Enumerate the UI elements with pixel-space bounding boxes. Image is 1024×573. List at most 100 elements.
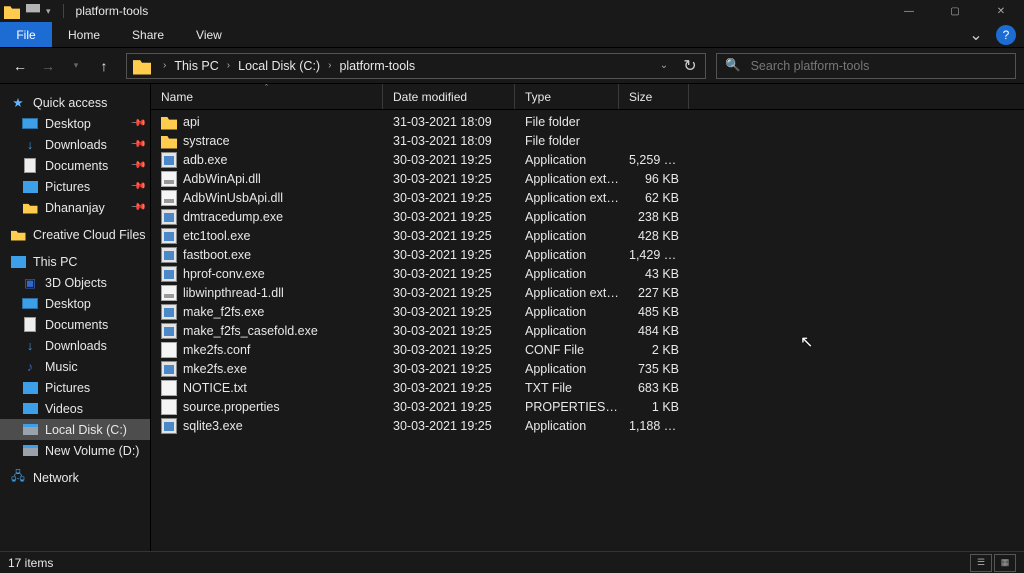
column-name[interactable]: ˆ Name xyxy=(151,84,383,109)
sidebar-item[interactable]: ↓Downloads📌 xyxy=(0,134,150,155)
file-name: systrace xyxy=(183,134,230,148)
column-date[interactable]: Date modified xyxy=(383,84,515,109)
refresh-button[interactable]: ↻ xyxy=(675,56,705,76)
file-name: api xyxy=(183,115,200,129)
nav-this-pc[interactable]: This PC xyxy=(0,251,150,272)
address-history-icon[interactable]: ⌄ xyxy=(653,60,675,71)
details-view-button[interactable]: ☰ xyxy=(970,554,992,572)
file-row[interactable]: AdbWinApi.dll30-03-2021 19:25Application… xyxy=(151,169,1024,188)
file-date: 30-03-2021 19:25 xyxy=(383,400,515,414)
sidebar-item-label: Desktop xyxy=(45,297,91,311)
sidebar-item[interactable]: ▣3D Objects xyxy=(0,272,150,293)
sidebar-item[interactable]: Pictures📌 xyxy=(0,176,150,197)
file-row[interactable]: make_f2fs_casefold.exe30-03-2021 19:25Ap… xyxy=(151,321,1024,340)
file-row[interactable]: make_f2fs.exe30-03-2021 19:25Application… xyxy=(151,302,1024,321)
conf-icon xyxy=(161,342,177,358)
search-input[interactable]: 🔍 Search platform-tools xyxy=(716,53,1016,79)
forward-button[interactable]: → xyxy=(36,54,60,78)
recent-locations-icon[interactable]: ▾ xyxy=(64,54,88,78)
file-row[interactable]: hprof-conv.exe30-03-2021 19:25Applicatio… xyxy=(151,264,1024,283)
nav-quick-access[interactable]: ★ Quick access xyxy=(0,92,150,113)
help-button[interactable]: ? xyxy=(996,25,1016,45)
sidebar-item[interactable]: ♪Music xyxy=(0,356,150,377)
sidebar-item[interactable]: Videos xyxy=(0,398,150,419)
nav-creative-cloud[interactable]: Creative Cloud Files xyxy=(0,224,150,245)
search-icon: 🔍 xyxy=(725,58,741,73)
file-name: mke2fs.exe xyxy=(183,362,247,376)
breadcrumb-folder[interactable]: platform-tools xyxy=(337,59,417,73)
file-type: Application exten... xyxy=(515,191,619,205)
sidebar-item-label: Dhananjay xyxy=(45,201,105,215)
file-row[interactable]: mke2fs.exe30-03-2021 19:25Application735… xyxy=(151,359,1024,378)
tab-home[interactable]: Home xyxy=(52,22,116,47)
file-tab[interactable]: File xyxy=(0,22,52,47)
chevron-right-icon[interactable]: › xyxy=(221,60,236,71)
file-size: 683 KB xyxy=(619,381,689,395)
file-row[interactable]: mke2fs.conf30-03-2021 19:25CONF File2 KB xyxy=(151,340,1024,359)
column-size[interactable]: Size xyxy=(619,84,689,109)
sidebar-item-label: Local Disk (C:) xyxy=(45,423,127,437)
title-bar: ▾ platform-tools — ▢ ✕ xyxy=(0,0,1024,22)
sidebar-item-label: Documents xyxy=(45,159,108,173)
file-date: 30-03-2021 19:25 xyxy=(383,381,515,395)
navigation-bar: ← → ▾ ↑ › This PC › Local Disk (C:) › pl… xyxy=(0,48,1024,84)
file-row[interactable]: sqlite3.exe30-03-2021 19:25Application1,… xyxy=(151,416,1024,435)
file-size: 62 KB xyxy=(619,191,689,205)
file-row[interactable]: systrace31-03-2021 18:09File folder xyxy=(151,131,1024,150)
doc-icon xyxy=(22,317,38,333)
file-row[interactable]: etc1tool.exe30-03-2021 19:25Application4… xyxy=(151,226,1024,245)
network-icon: 🖧 xyxy=(10,470,26,486)
sidebar-item[interactable]: Documents📌 xyxy=(0,155,150,176)
column-type[interactable]: Type xyxy=(515,84,619,109)
qat-chevron-icon[interactable]: ▾ xyxy=(46,6,51,17)
dll-icon xyxy=(161,171,177,187)
close-button[interactable]: ✕ xyxy=(978,0,1024,22)
music-icon: ♪ xyxy=(22,359,38,375)
file-row[interactable]: libwinpthread-1.dll30-03-2021 19:25Appli… xyxy=(151,283,1024,302)
nav-network[interactable]: 🖧 Network xyxy=(0,467,150,488)
ribbon-collapse-icon[interactable]: ⌄ xyxy=(960,22,992,47)
sidebar-item[interactable]: Local Disk (C:) xyxy=(0,419,150,440)
file-name: AdbWinUsbApi.dll xyxy=(183,191,283,205)
maximize-button[interactable]: ▢ xyxy=(932,0,978,22)
tab-share[interactable]: Share xyxy=(116,22,180,47)
file-row[interactable]: dmtracedump.exe30-03-2021 19:25Applicati… xyxy=(151,207,1024,226)
file-date: 30-03-2021 19:25 xyxy=(383,305,515,319)
file-size: 485 KB xyxy=(619,305,689,319)
file-date: 30-03-2021 19:25 xyxy=(383,191,515,205)
file-name: fastboot.exe xyxy=(183,248,251,262)
file-row[interactable]: adb.exe30-03-2021 19:25Application5,259 … xyxy=(151,150,1024,169)
file-row[interactable]: source.properties30-03-2021 19:25PROPERT… xyxy=(151,397,1024,416)
breadcrumb-drive[interactable]: Local Disk (C:) xyxy=(236,59,322,73)
sidebar-item[interactable]: Documents xyxy=(0,314,150,335)
sidebar-item[interactable]: Desktop xyxy=(0,293,150,314)
sidebar-item[interactable]: Dhananjay📌 xyxy=(0,197,150,218)
breadcrumb-this-pc[interactable]: This PC xyxy=(172,59,220,73)
file-size: 428 KB xyxy=(619,229,689,243)
minimize-button[interactable]: — xyxy=(886,0,932,22)
exe-icon xyxy=(161,323,177,339)
file-type: Application xyxy=(515,419,619,433)
chevron-right-icon[interactable]: › xyxy=(322,60,337,71)
sidebar-item[interactable]: New Volume (D:) xyxy=(0,440,150,461)
user-icon xyxy=(22,200,38,216)
chevron-right-icon[interactable]: › xyxy=(157,60,172,71)
sidebar-item[interactable]: Desktop📌 xyxy=(0,113,150,134)
file-row[interactable]: NOTICE.txt30-03-2021 19:25TXT File683 KB xyxy=(151,378,1024,397)
up-button[interactable]: ↑ xyxy=(92,54,116,78)
back-button[interactable]: ← xyxy=(8,54,32,78)
address-bar[interactable]: › This PC › Local Disk (C:) › platform-t… xyxy=(126,53,706,79)
file-name: hprof-conv.exe xyxy=(183,267,265,281)
sidebar-item-label: Desktop xyxy=(45,117,91,131)
file-row[interactable]: fastboot.exe30-03-2021 19:25Application1… xyxy=(151,245,1024,264)
qat-icon[interactable] xyxy=(26,4,40,18)
file-row[interactable]: api31-03-2021 18:09File folder xyxy=(151,112,1024,131)
sidebar-item[interactable]: ↓Downloads xyxy=(0,335,150,356)
tab-view[interactable]: View xyxy=(180,22,238,47)
ribbon-tabs: File Home Share View ⌄ ? xyxy=(0,22,1024,48)
icons-view-button[interactable]: ▦ xyxy=(994,554,1016,572)
star-icon: ★ xyxy=(10,95,26,111)
file-size: 238 KB xyxy=(619,210,689,224)
sidebar-item[interactable]: Pictures xyxy=(0,377,150,398)
file-row[interactable]: AdbWinUsbApi.dll 30-03-2021 19:25Applicat… xyxy=(151,188,1024,207)
